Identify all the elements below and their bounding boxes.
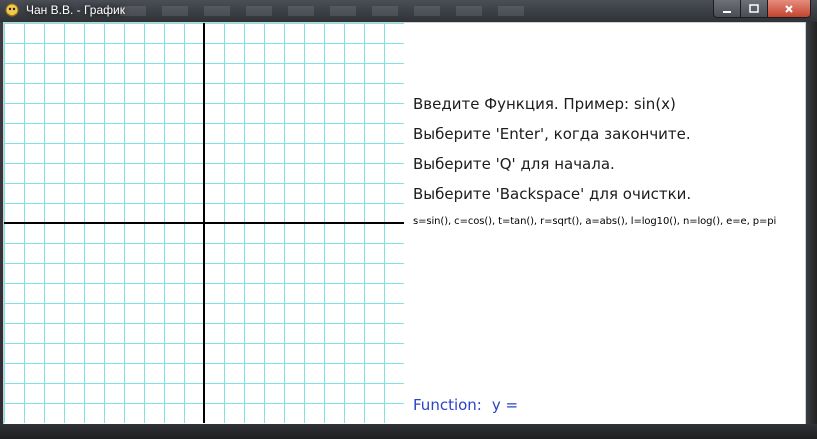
function-input-line[interactable]: Function: y = (413, 396, 518, 414)
instruction-enter-key: Выберите 'Enter', когда закончите. (413, 125, 691, 143)
close-button[interactable] (768, 0, 811, 18)
maximize-button[interactable] (741, 0, 768, 18)
background-menu-ghost (120, 6, 540, 16)
window-bottom-border (0, 424, 817, 439)
client-area: Введите Функция. Пример: sin(x) Выберите… (3, 22, 806, 425)
function-input-prompt[interactable]: y = (492, 396, 518, 414)
title-bar[interactable]: Чан В.В. - График (0, 0, 817, 22)
instructions-panel: Введите Функция. Пример: sin(x) Выберите… (413, 23, 805, 423)
function-label: Function: (413, 396, 482, 414)
graph-canvas[interactable] (4, 23, 404, 423)
window-controls (713, 0, 811, 18)
instruction-backspace-key: Выберите 'Backspace' для очистки. (413, 185, 692, 203)
minimize-icon (723, 10, 731, 13)
shortcut-legend: s=sin(), c=cos(), t=tan(), r=sqrt(), a=a… (413, 216, 777, 227)
instruction-q-key: Выберите 'Q' для начала. (413, 155, 615, 173)
instruction-enter-function: Введите Функция. Пример: sin(x) (413, 95, 676, 113)
maximize-icon (749, 3, 759, 13)
app-window: Чан В.В. - График Введите Функция. Приме… (0, 0, 817, 439)
window-title: Чан В.В. - График (26, 3, 125, 17)
window-right-border (806, 22, 817, 439)
minimize-button[interactable] (713, 0, 741, 18)
pygame-snake-icon (5, 3, 19, 17)
close-icon (785, 4, 793, 13)
